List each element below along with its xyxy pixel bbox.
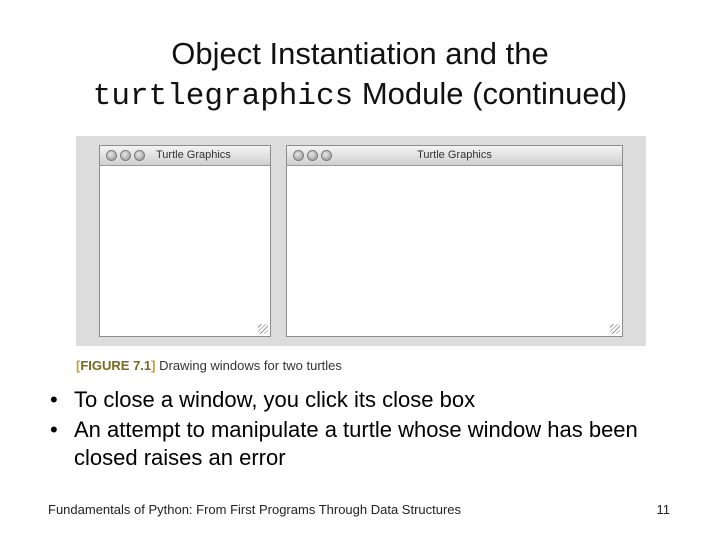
- window-buttons: [106, 150, 145, 161]
- title-line-1: Object Instantiation and the: [171, 36, 549, 71]
- zoom-icon: [134, 150, 145, 161]
- figure-caption: [FIGURE 7.1] Drawing windows for two tur…: [76, 358, 342, 373]
- bullet-item: • To close a window, you click its close …: [50, 387, 476, 412]
- window-titlebar: Turtle Graphics: [100, 146, 270, 166]
- turtle-window-1: Turtle Graphics: [99, 145, 271, 337]
- title-code: turtlegraphics: [92, 79, 354, 114]
- figure-caption-text: Drawing windows for two turtles: [159, 358, 342, 373]
- page-number: 11: [656, 502, 671, 517]
- bullet-list: • To close a window, you click its close …: [50, 386, 690, 474]
- resize-grip-icon: [258, 324, 268, 334]
- bullet-text: An attempt to manipulate a turtle whose …: [74, 417, 638, 470]
- window-title: Turtle Graphics: [417, 149, 492, 161]
- turtle-window-2: Turtle Graphics: [286, 145, 623, 337]
- figure-label: FIGURE 7.1: [80, 358, 152, 373]
- title-line-2: turtlegraphics Module (continued): [0, 74, 720, 117]
- slide-title: Object Instantiation and the turtlegraph…: [0, 34, 720, 117]
- title-rest: Module (continued): [353, 76, 628, 111]
- bullet-item: • An attempt to manipulate a turtle whose…: [50, 417, 638, 470]
- resize-grip-icon: [610, 324, 620, 334]
- bullet-text: To close a window, you click its close b…: [74, 387, 476, 412]
- close-icon: [106, 150, 117, 161]
- minimize-icon: [120, 150, 131, 161]
- window-title: Turtle Graphics: [156, 149, 231, 161]
- footer-text: Fundamentals of Python: From First Progr…: [48, 502, 462, 517]
- window-titlebar: Turtle Graphics: [287, 146, 622, 166]
